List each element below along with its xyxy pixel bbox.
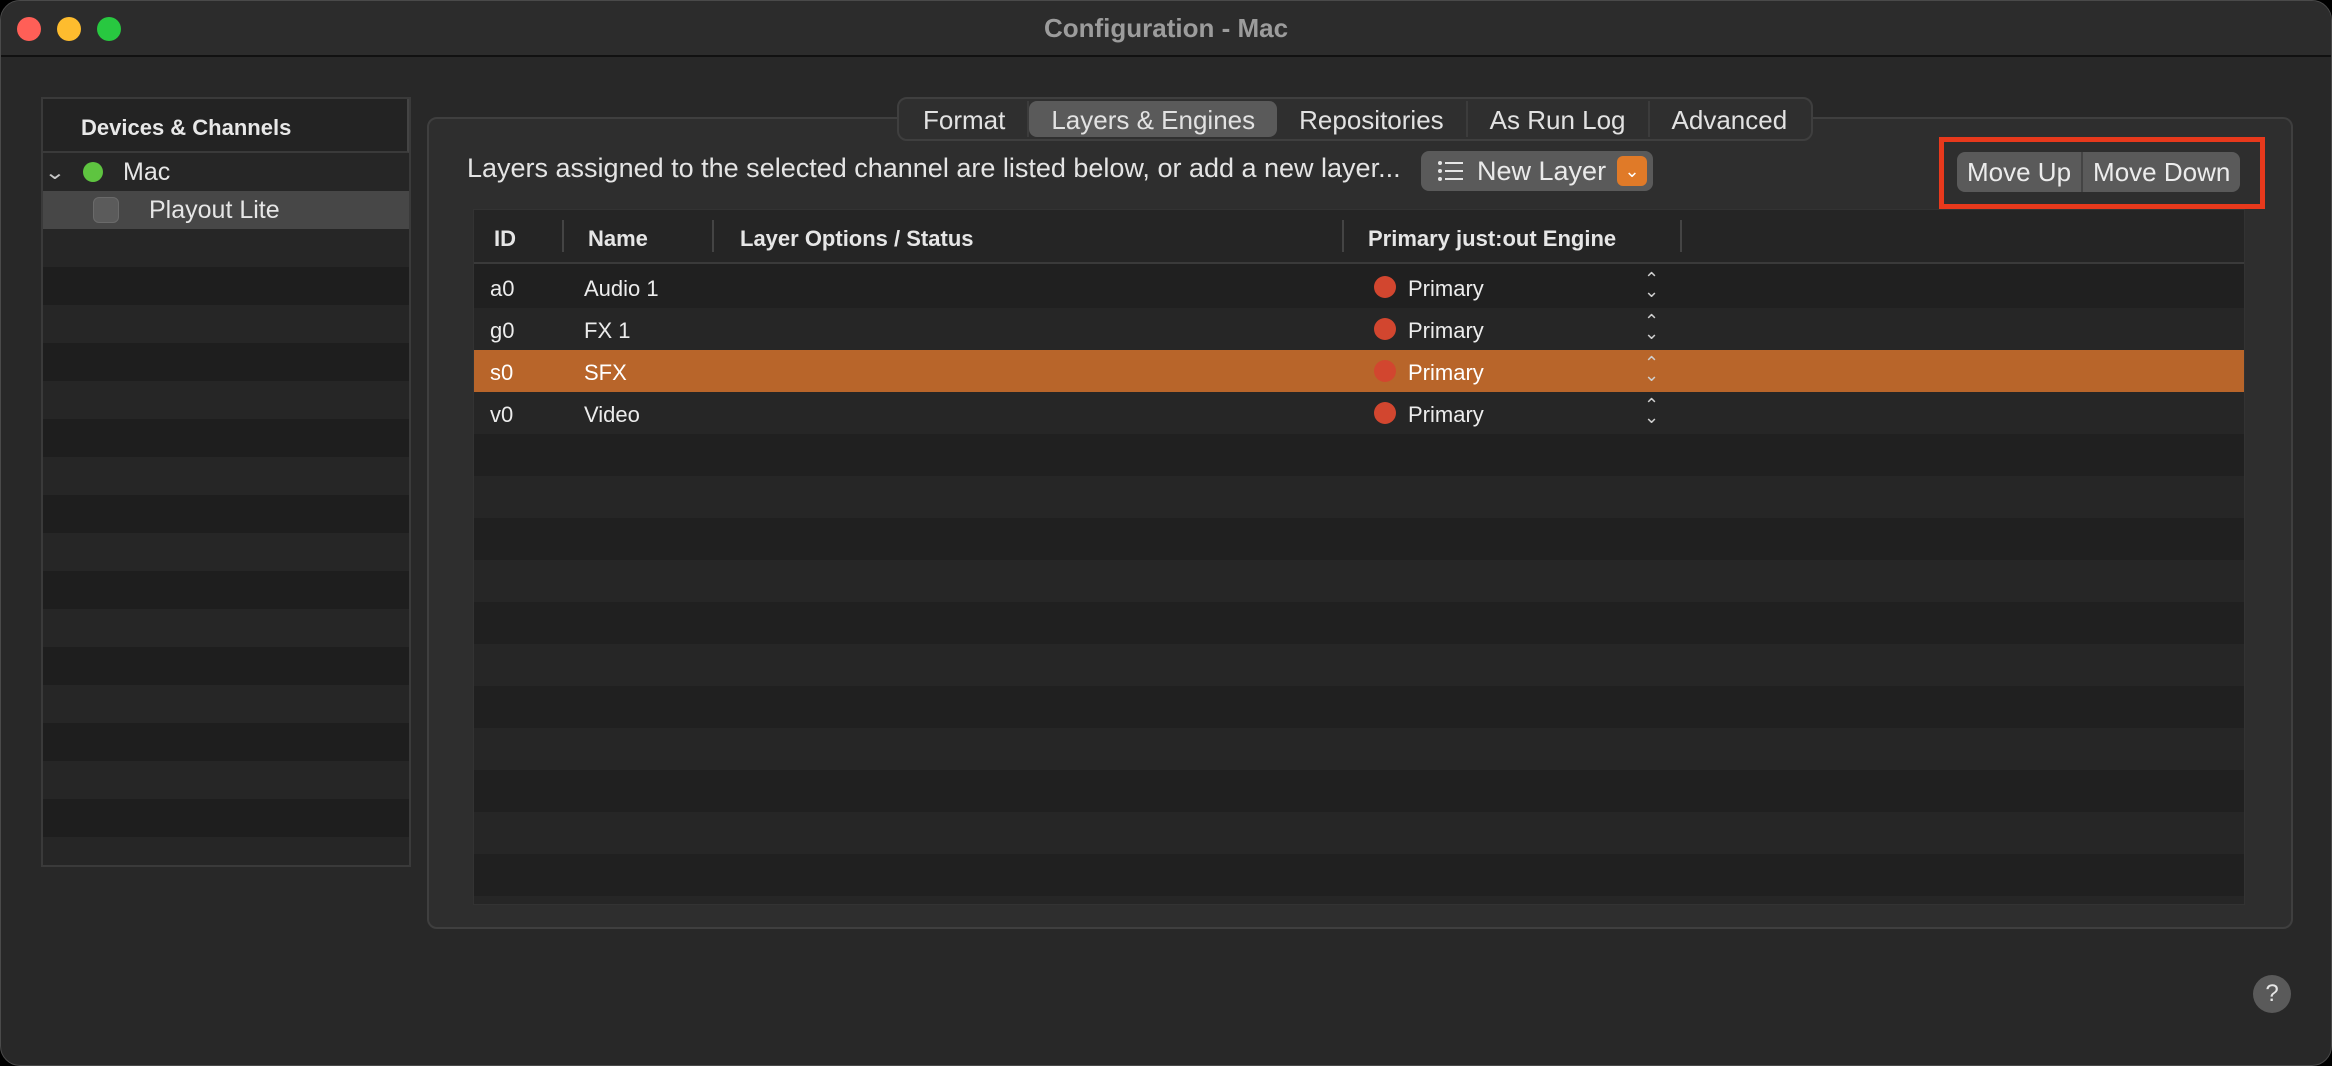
new-layer-button[interactable]: New Layer ⌄ bbox=[1421, 151, 1653, 191]
chevron-down-icon[interactable]: ⌄ bbox=[1617, 156, 1647, 186]
up-down-arrows-icon[interactable]: ⌃ ⌄ bbox=[1644, 270, 1659, 300]
column-divider[interactable] bbox=[712, 220, 714, 252]
column-divider[interactable] bbox=[1342, 220, 1344, 252]
engine-status-icon bbox=[1374, 360, 1396, 382]
layers-table: ID Name Layer Options / Status Primary j… bbox=[473, 209, 2245, 905]
move-buttons-highlight: Move Up Move Down bbox=[1939, 137, 2265, 209]
engine-status-icon bbox=[1374, 276, 1396, 298]
status-dot-icon bbox=[83, 162, 103, 182]
up-down-arrows-icon[interactable]: ⌃ ⌄ bbox=[1644, 396, 1659, 426]
column-divider[interactable] bbox=[1680, 220, 1682, 252]
tab-format[interactable]: Format bbox=[901, 101, 1030, 137]
table-row[interactable]: g0 FX 1 Primary ⌃ ⌄ bbox=[474, 308, 2244, 350]
sidebar-list: ⌄ Mac Playout Lite bbox=[43, 153, 409, 865]
devices-channels-sidebar: Devices & Channels ⌄ Mac Playout Lite bbox=[41, 97, 411, 867]
table-row[interactable]: v0 Video Primary ⌃ ⌄ bbox=[474, 392, 2244, 434]
row-id: a0 bbox=[490, 276, 515, 301]
up-down-arrows-icon[interactable]: ⌃ ⌄ bbox=[1644, 312, 1659, 342]
layers-info-text: Layers assigned to the selected channel … bbox=[467, 153, 1401, 183]
tab-layers-engines[interactable]: Layers & Engines bbox=[1029, 101, 1278, 137]
column-header-name[interactable]: Name bbox=[588, 226, 648, 252]
sidebar-item-playout-lite[interactable]: Playout Lite bbox=[43, 191, 409, 229]
move-up-button[interactable]: Move Up bbox=[1957, 152, 2084, 192]
engine-status-icon bbox=[1374, 318, 1396, 340]
row-name: Audio 1 bbox=[584, 276, 659, 301]
window-title: Configuration - Mac bbox=[1043, 13, 1289, 43]
row-name: SFX bbox=[584, 360, 627, 385]
row-name: Video bbox=[584, 402, 640, 427]
engine-select-value[interactable]: Primary bbox=[1408, 402, 1484, 428]
tab-as-run-log[interactable]: As Run Log bbox=[1468, 101, 1650, 137]
tab-bar: Format Layers & Engines Repositories As … bbox=[897, 97, 1814, 141]
channel-checkbox[interactable] bbox=[93, 197, 119, 223]
engine-select-value[interactable]: Primary bbox=[1408, 360, 1484, 386]
table-row[interactable]: a0 Audio 1 Primary ⌃ ⌄ bbox=[474, 266, 2244, 308]
engine-select-value[interactable]: Primary bbox=[1408, 318, 1484, 344]
engine-status-icon bbox=[1374, 402, 1396, 424]
title-bar: Configuration - Mac bbox=[1, 1, 2331, 57]
up-down-arrows-icon[interactable]: ⌃ ⌄ bbox=[1644, 354, 1659, 384]
chevron-down-icon[interactable]: ⌄ bbox=[44, 160, 70, 185]
sidebar-item-mac[interactable]: ⌄ Mac bbox=[43, 153, 409, 191]
new-layer-label: New Layer bbox=[1477, 155, 1607, 186]
tab-repositories[interactable]: Repositories bbox=[1277, 101, 1468, 137]
channel-label: Playout Lite bbox=[149, 195, 280, 224]
tab-advanced[interactable]: Advanced bbox=[1650, 101, 1810, 137]
row-name: FX 1 bbox=[584, 318, 631, 343]
configuration-window: Configuration - Mac Devices & Channels ⌄… bbox=[0, 0, 2332, 1066]
table-row-selected[interactable]: s0 SFX Primary ⌃ ⌄ bbox=[474, 350, 2244, 392]
column-header-engine[interactable]: Primary just:out Engine bbox=[1368, 226, 1616, 252]
column-divider[interactable] bbox=[562, 220, 564, 252]
engine-select-value[interactable]: Primary bbox=[1408, 276, 1484, 302]
device-label: Mac bbox=[123, 157, 171, 186]
table-header: ID Name Layer Options / Status Primary j… bbox=[474, 210, 2244, 264]
table-body: a0 Audio 1 Primary ⌃ ⌄ g0 FX 1 Primary ⌃ ⌄… bbox=[474, 266, 2244, 904]
column-header-layer-options[interactable]: Layer Options / Status bbox=[740, 226, 974, 252]
help-button[interactable]: ? bbox=[2253, 975, 2291, 1013]
column-header-id[interactable]: ID bbox=[494, 226, 516, 252]
row-id: s0 bbox=[490, 360, 514, 385]
row-id: v0 bbox=[490, 402, 514, 427]
sidebar-header: Devices & Channels bbox=[43, 99, 409, 153]
row-id: g0 bbox=[490, 318, 515, 343]
list-icon bbox=[1438, 161, 1463, 181]
move-button-group: Move Up Move Down bbox=[1957, 152, 2241, 192]
move-down-button[interactable]: Move Down bbox=[2083, 152, 2240, 192]
